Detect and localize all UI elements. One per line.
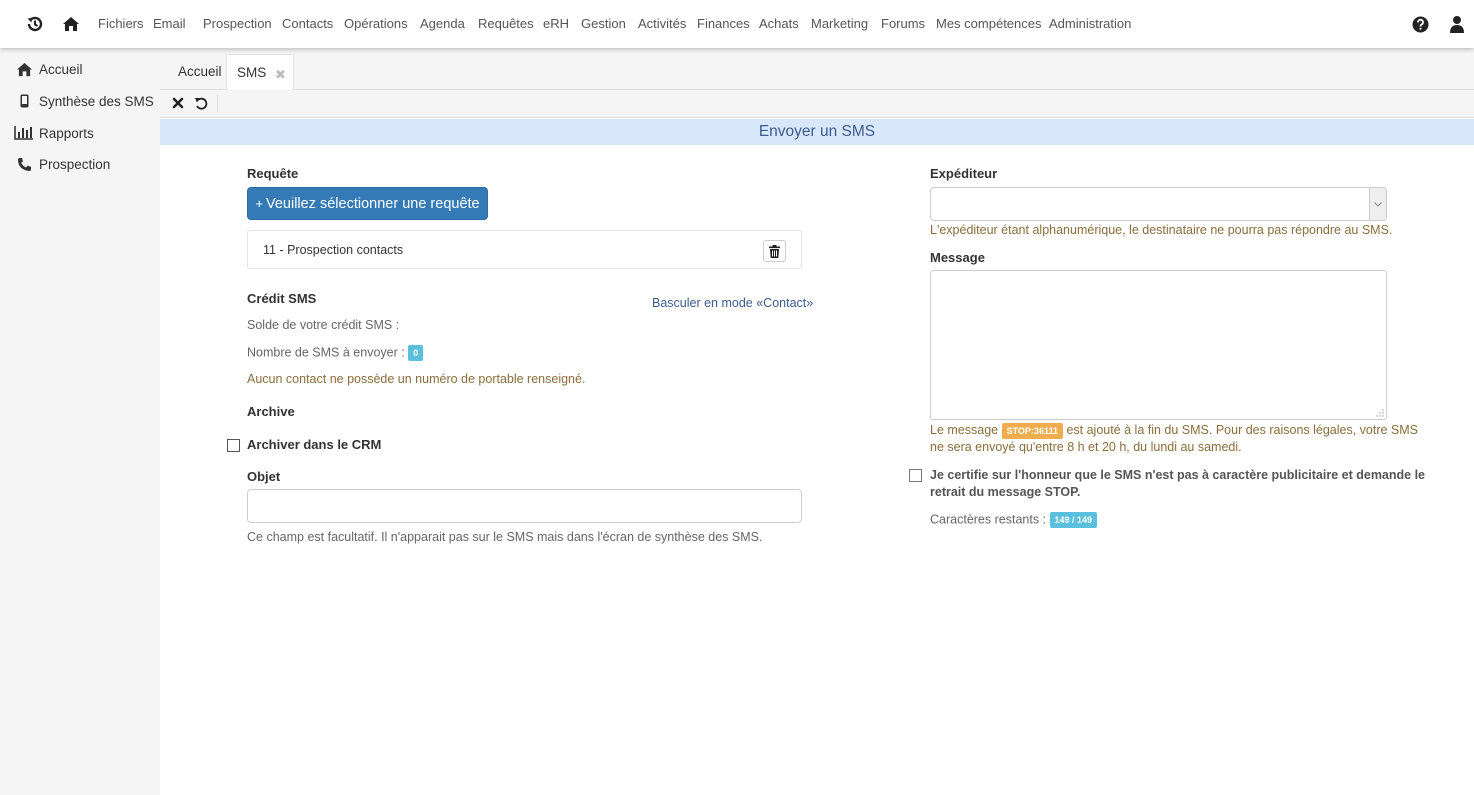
nav-activites[interactable]: Activités xyxy=(638,16,686,31)
nav-operations[interactable]: Opérations xyxy=(344,16,408,31)
expediteur-select[interactable] xyxy=(930,187,1387,221)
help-icon[interactable] xyxy=(1412,16,1429,33)
bar-chart-icon xyxy=(14,125,34,141)
sidebar-item-label: Accueil xyxy=(39,61,83,77)
phone-icon xyxy=(14,156,34,172)
home-icon xyxy=(14,61,34,77)
objet-help-text: Ce champ est facultatif. Il n'apparait p… xyxy=(247,530,763,544)
nav-erh[interactable]: eRH xyxy=(543,16,569,31)
plus-icon: + xyxy=(255,196,263,211)
nav-prospection[interactable]: Prospection xyxy=(203,16,272,31)
nombre-sms-row: Nombre de SMS à envoyer : 0 xyxy=(247,345,424,361)
chevron-down-icon xyxy=(1374,201,1382,207)
selected-requete-item: 11 - Prospection contacts xyxy=(247,230,802,269)
certify-checkbox-label[interactable]: Je certifie sur l'honneur que le SMS n'e… xyxy=(930,467,1425,501)
archive-label: Archive xyxy=(247,404,295,419)
sidebar-item-prospection[interactable]: Prospection xyxy=(14,156,110,172)
undo-icon[interactable] xyxy=(194,96,208,110)
sidebar-item-label: Prospection xyxy=(39,156,111,172)
sidebar-item-label: Rapports xyxy=(39,125,94,141)
home-icon[interactable] xyxy=(62,15,80,33)
stop-hours-text: ne sera envoyé qu'entre 8 h et 20 h, du … xyxy=(930,440,1242,454)
sidebar-item-synthese-sms[interactable]: Synthèse des SMS xyxy=(14,93,154,109)
stop-message-notice: Le message STOP:36111 est ajouté à la fi… xyxy=(930,422,1418,456)
nav-finances[interactable]: Finances xyxy=(697,16,750,31)
nav-marketing[interactable]: Marketing xyxy=(811,16,868,31)
objet-input[interactable] xyxy=(247,489,802,523)
toolbar xyxy=(160,90,1474,118)
nav-email[interactable]: Email xyxy=(153,16,186,31)
expediteur-help-text: L'expéditeur étant alphanumérique, le de… xyxy=(930,223,1393,237)
sidebar-item-accueil[interactable]: Accueil xyxy=(14,61,83,77)
toolbar-divider xyxy=(217,95,218,112)
objet-label: Objet xyxy=(247,469,281,484)
certify-checkbox[interactable] xyxy=(909,469,922,482)
history-icon[interactable] xyxy=(26,15,44,33)
user-icon[interactable] xyxy=(1450,15,1464,33)
certify-text-line-1: Je certifie sur l'honneur que le SMS n'e… xyxy=(930,468,1426,482)
sidebar-item-rapports[interactable]: Rapports xyxy=(14,125,94,141)
archive-checkbox-label[interactable]: Archiver dans le CRM xyxy=(247,437,381,452)
tab-label: SMS xyxy=(237,65,267,80)
expediteur-dropdown-button[interactable] xyxy=(1369,188,1386,220)
nombre-sms-badge: 0 xyxy=(408,345,424,361)
toggle-contact-mode-link[interactable]: Basculer en mode «Contact» xyxy=(652,296,813,310)
panel-title: Envoyer un SMS xyxy=(160,119,1474,145)
nav-achats[interactable]: Achats xyxy=(759,16,799,31)
message-label: Message xyxy=(930,250,985,265)
sidebar: Accueil Synthèse des SMS Rapports Prospe… xyxy=(0,48,160,795)
nav-gestion[interactable]: Gestion xyxy=(581,16,626,31)
solde-credit-text: Solde de votre crédit SMS : xyxy=(247,318,400,332)
remaining-chars-label: Caractères restants : xyxy=(930,512,1047,527)
top-navbar: Fichiers Email Prospection Contacts Opér… xyxy=(0,0,1474,48)
requete-label: Requête xyxy=(247,166,299,181)
stop-suffix-text: est ajouté à la fin du SMS. Pour des rai… xyxy=(1066,423,1419,437)
tab-accueil[interactable]: Accueil xyxy=(168,54,232,91)
close-icon[interactable] xyxy=(172,96,184,110)
archive-checkbox[interactable] xyxy=(227,439,240,452)
sidebar-item-label: Synthèse des SMS xyxy=(39,93,154,109)
certify-text-line-2: retrait du message STOP. xyxy=(930,485,1081,499)
remaining-chars-badge: 149 / 149 xyxy=(1049,512,1098,528)
nav-agenda[interactable]: Agenda xyxy=(420,16,465,31)
mobile-icon xyxy=(14,93,34,109)
nav-requetes[interactable]: Requêtes xyxy=(478,16,534,31)
tabs-bar: Accueil SMS ✖ xyxy=(160,48,1474,91)
stop-prefix-text: Le message xyxy=(930,423,999,437)
nav-administration[interactable]: Administration xyxy=(1049,16,1131,31)
nav-mes-competences[interactable]: Mes compétences xyxy=(936,16,1042,31)
stop-badge: STOP:36111 xyxy=(1001,423,1063,439)
no-mobile-warning: Aucun contact ne possède un numéro de po… xyxy=(247,372,586,386)
resize-handle-icon[interactable] xyxy=(1376,409,1384,417)
select-requete-button[interactable]: + Veuillez sélectionner une requête xyxy=(247,187,488,220)
expediteur-label: Expéditeur xyxy=(930,166,998,181)
selected-requete-text: 11 - Prospection contacts xyxy=(263,243,404,257)
close-tab-icon[interactable]: ✖ xyxy=(275,67,286,83)
nav-fichiers[interactable]: Fichiers xyxy=(98,16,144,31)
nav-forums[interactable]: Forums xyxy=(881,16,925,31)
credit-sms-label: Crédit SMS xyxy=(247,291,317,306)
delete-requete-button[interactable] xyxy=(763,240,786,262)
nombre-sms-text: Nombre de SMS à envoyer : xyxy=(247,345,405,360)
button-label: Veuillez sélectionner une requête xyxy=(265,196,480,212)
trash-icon xyxy=(769,244,780,258)
message-textarea[interactable] xyxy=(930,270,1387,420)
remaining-chars-row: Caractères restants : 149 / 149 xyxy=(930,512,1098,528)
nav-contacts[interactable]: Contacts xyxy=(282,16,333,31)
